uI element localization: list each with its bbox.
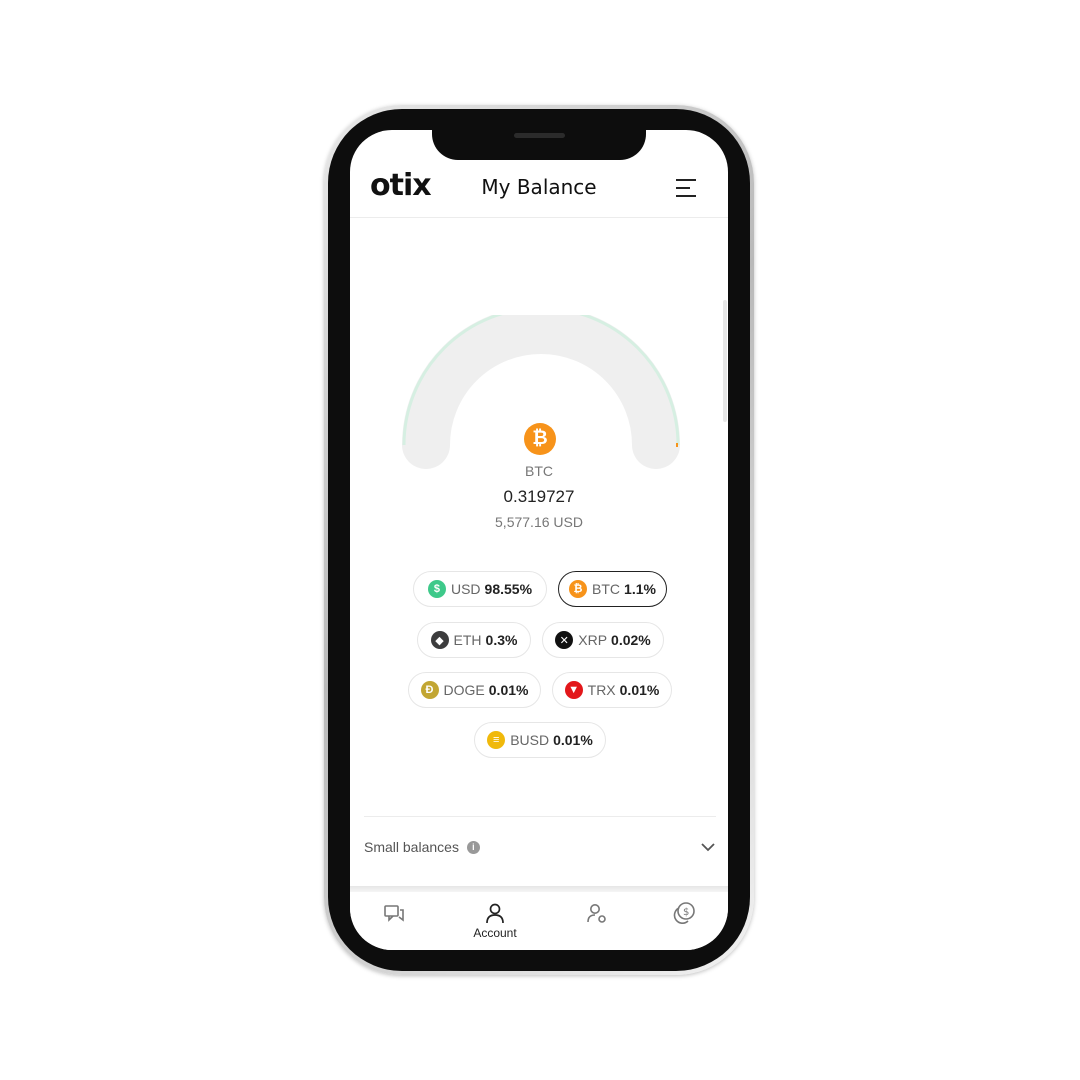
bottom-navigation: Account $ [350,892,728,950]
chip-percent: 0.01% [553,732,593,748]
coin-amount: 0.319727 [503,487,575,506]
phone-notch [432,126,646,160]
nav-item-account[interactable]: Account [455,892,535,950]
chat-icon [384,905,404,922]
chip-percent: 98.55% [484,581,533,597]
chip-busd[interactable]: ≡ BUSD 0.01% [474,722,606,758]
svg-text:$: $ [683,907,689,918]
coin-usd-value: 5,577.16 USD [495,514,583,530]
chip-percent: 0.3% [485,632,518,648]
chip-symbol: TRX [587,682,616,698]
coin-symbol: BTC [525,463,553,479]
chip-eth[interactable]: ◆ ETH 0.3% [417,622,531,658]
busd-icon: ≡ [487,731,506,749]
ethereum-icon: ◆ [430,631,449,649]
chip-symbol: BTC [592,581,621,597]
page: otix My Balance ₿ BTC 0.319727 5,577.16 … [0,0,1080,1080]
bitcoin-icon: ₿ [524,423,556,455]
small-balances-label: Small balances [364,839,459,855]
account-icon [486,903,504,924]
chevron-down-icon [701,843,715,852]
nav-label-account: Account [473,926,517,940]
nav-item-coins[interactable]: $ [644,892,724,950]
chip-doge[interactable]: Ð DOGE 0.01% [408,672,541,708]
tron-icon: ▼ [564,681,583,699]
chip-percent: 0.02% [611,632,651,648]
chip-symbol: XRP [578,632,608,648]
chip-symbol: BUSD [510,732,550,748]
chip-percent: 0.01% [619,682,660,698]
chip-percent: 1.1% [624,581,656,597]
xrp-icon: ✕ [555,631,574,649]
chip-symbol: USD [450,581,481,597]
phone-screen: otix My Balance ₿ BTC 0.319727 5,577.16 … [350,130,728,950]
chip-trx[interactable]: ▼ TRX 0.01% [552,672,672,708]
chip-symbol: DOGE [443,682,485,698]
nav-item-chat[interactable] [354,892,434,950]
info-icon[interactable]: i [466,840,480,854]
bitcoin-icon: ₿ [569,580,588,598]
scrollbar[interactable] [723,300,727,422]
divider [364,816,716,817]
small-balances-toggle[interactable]: Small balances i [364,830,716,864]
chip-percent: 0.01% [488,682,529,698]
chip-symbol: ETH [453,632,482,648]
page-title: My Balance [481,175,597,199]
phone-speaker [514,133,565,138]
balance-gauge [402,315,680,469]
hamburger-menu-icon[interactable] [676,179,698,197]
chip-usd[interactable]: $ USD 98.55% [413,571,547,607]
dollar-icon: $ [427,580,446,598]
dogecoin-icon: Ð [420,681,439,699]
chip-btc[interactable]: ₿ BTC 1.1% [558,571,667,607]
nav-item-user-settings[interactable] [557,892,637,950]
user-settings-icon [587,904,606,923]
coins-icon: $ [673,902,695,924]
chip-xrp[interactable]: ✕ XRP 0.02% [542,622,664,658]
